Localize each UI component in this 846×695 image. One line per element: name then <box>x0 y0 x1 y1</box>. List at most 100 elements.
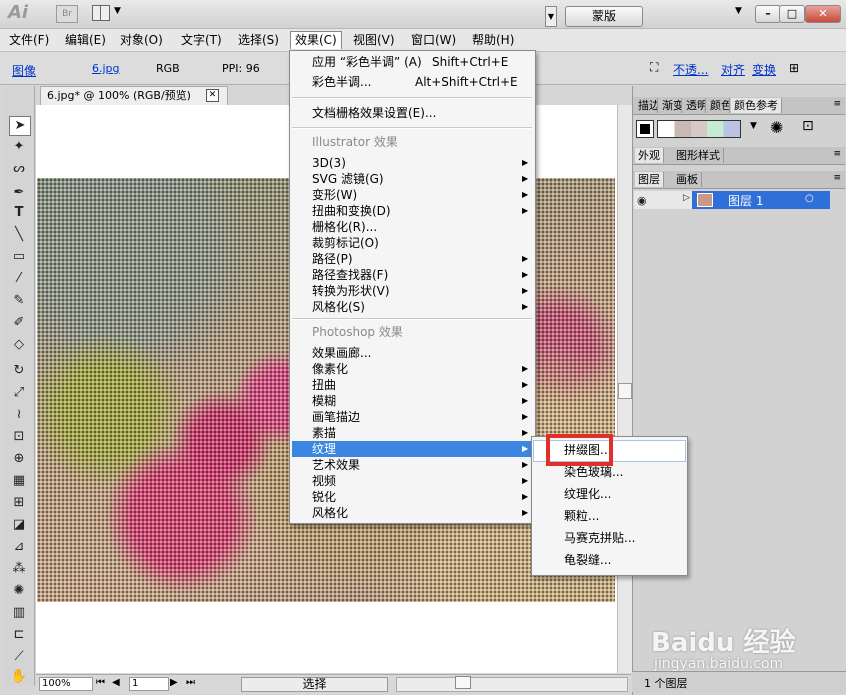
menu-effect-gallery[interactable]: 效果画廊... <box>312 345 371 361</box>
menu-last-effect[interactable]: 彩色半调... Alt+Shift+Ctrl+E <box>312 74 518 90</box>
menu-sketch[interactable]: 素描 <box>312 425 336 441</box>
base-color-swatch[interactable] <box>636 120 654 138</box>
tab-artboards[interactable]: 画板 <box>673 172 702 187</box>
pen-tool-icon[interactable]: ✒ <box>9 184 29 202</box>
perspective-grid-icon[interactable]: ▦ <box>9 472 29 490</box>
transform-link[interactable]: 变换 <box>752 61 776 78</box>
menu-artistic[interactable]: 艺术效果 <box>312 457 360 473</box>
menu-distort-transform[interactable]: 扭曲和变换(D) <box>312 203 391 219</box>
menu-stylize-ai[interactable]: 风格化(S) <box>312 299 365 315</box>
bridge-button[interactable]: Br <box>56 5 78 23</box>
menu-svg-filters[interactable]: SVG 滤镜(G) <box>312 171 384 187</box>
close-button[interactable]: ✕ <box>805 5 841 23</box>
scale-tool-icon[interactable]: ⤢ <box>9 384 29 402</box>
status-text[interactable]: 选择 <box>241 677 388 692</box>
menu-brush-strokes[interactable]: 画笔描边 <box>312 409 360 425</box>
paintbrush-icon[interactable]: ⁄ <box>9 270 29 288</box>
menu-3d[interactable]: 3D(3) <box>312 155 346 171</box>
arrange-documents-icon[interactable] <box>92 5 110 21</box>
menu-type[interactable]: 文字(T) <box>177 32 226 49</box>
selection-tool-icon[interactable]: ➤ <box>9 116 31 136</box>
menu-warp[interactable]: 变形(W) <box>312 187 357 203</box>
menu-rasterize[interactable]: 栅格化(R)... <box>312 219 377 235</box>
first-page-icon[interactable]: ⏮ <box>96 677 105 688</box>
expand-arrow-icon[interactable]: ▷ <box>683 193 690 203</box>
zoom-field[interactable]: 100% <box>39 677 93 691</box>
target-icon[interactable]: ○ <box>805 193 814 204</box>
opacity-link[interactable]: 不透... <box>673 61 708 78</box>
tab-graphic-styles[interactable]: 图形样式 <box>673 148 724 163</box>
menu-crop-marks[interactable]: 裁剪标记(O) <box>312 235 379 251</box>
tab-color-guide[interactable]: 颜色参考 <box>731 98 782 113</box>
minimize-button[interactable]: – <box>755 5 781 23</box>
tab-layers[interactable]: 图层 <box>635 172 664 187</box>
blob-brush-icon[interactable]: ✐ <box>9 314 29 332</box>
chevron-down-icon[interactable]: ▼ <box>114 6 121 16</box>
shape-builder-icon[interactable]: ⊕ <box>9 450 29 468</box>
chevron-down-icon[interactable]: ▼ <box>750 121 757 131</box>
workspace-dropdown-icon[interactable]: ▼ <box>735 6 742 16</box>
file-link[interactable]: 6.jpg <box>92 62 120 75</box>
menu-blur[interactable]: 模糊 <box>312 393 336 409</box>
line-tool-icon[interactable]: ╲ <box>9 226 29 244</box>
menu-window[interactable]: 窗口(W) <box>407 32 460 49</box>
panel-menu-icon[interactable]: ≡ <box>833 99 841 109</box>
lasso-icon[interactable]: ᔕ <box>9 160 29 178</box>
menu-convert-to-shape[interactable]: 转换为形状(V) <box>312 283 390 299</box>
hand-tool-icon[interactable]: ✋ <box>9 668 29 686</box>
close-icon[interactable]: ✕ <box>206 89 219 102</box>
tab-transparency[interactable]: 透明 <box>683 98 706 113</box>
color-guide-strip[interactable] <box>657 120 741 138</box>
eraser-icon[interactable]: ◇ <box>9 336 29 354</box>
menu-texture[interactable]: 纹理 <box>312 441 336 457</box>
tab-stroke[interactable]: 描边 <box>635 98 658 113</box>
mask-button[interactable]: 蒙版 <box>565 6 643 27</box>
warp-tool-icon[interactable]: ≀ <box>9 406 29 424</box>
free-transform-icon[interactable]: ⊡ <box>9 428 29 446</box>
last-page-icon[interactable]: ⏭ <box>186 677 195 688</box>
transform-options-icon[interactable]: ⊞ <box>789 61 799 75</box>
menu-raster-settings[interactable]: 文档栅格效果设置(E)... <box>312 105 436 121</box>
eye-icon[interactable]: ◉ <box>637 194 651 207</box>
magic-wand-icon[interactable]: ✦ <box>9 138 29 156</box>
menu-distort[interactable]: 扭曲 <box>312 377 336 393</box>
menu-apply-last-effect[interactable]: 应用 “彩色半调” (A) Shift+Ctrl+E <box>312 54 508 70</box>
menu-path[interactable]: 路径(P) <box>312 251 353 267</box>
menu-video[interactable]: 视频 <box>312 473 336 489</box>
rectangle-tool-icon[interactable]: ▭ <box>9 248 29 266</box>
menu-pathfinder[interactable]: 路径查找器(F) <box>312 267 388 283</box>
reference-point-icon[interactable]: ⛶ <box>650 60 658 75</box>
menu-select[interactable]: 选择(S) <box>234 32 283 49</box>
scrollbar-thumb[interactable] <box>618 383 632 399</box>
submenu-texturizer[interactable]: 纹理化... <box>564 485 611 503</box>
graph-tool-icon[interactable]: ▥ <box>9 604 29 622</box>
artboard-tool-icon[interactable]: ⊏ <box>9 626 29 644</box>
align-link[interactable]: 对齐 <box>721 61 745 78</box>
menu-help[interactable]: 帮助(H) <box>468 32 518 49</box>
maximize-button[interactable]: □ <box>779 5 805 23</box>
tab-appearance[interactable]: 外观 <box>635 148 664 163</box>
menu-stylize-ps[interactable]: 风格化 <box>312 505 348 521</box>
menu-view[interactable]: 视图(V) <box>349 32 399 49</box>
submenu-grain[interactable]: 颗粒... <box>564 507 599 525</box>
menu-sharpen[interactable]: 锐化 <box>312 489 336 505</box>
tab-gradient[interactable]: 渐变 <box>659 98 682 113</box>
menu-effect[interactable]: 效果(C) <box>290 31 342 49</box>
pencil-icon[interactable]: ✎ <box>9 292 29 310</box>
prev-page-icon[interactable]: ◀ <box>112 677 120 688</box>
menu-file[interactable]: 文件(F) <box>5 32 53 49</box>
submenu-mosaic-tiles[interactable]: 马赛克拼贴... <box>564 529 635 547</box>
image-label[interactable]: 图像 <box>12 62 36 79</box>
type-tool-icon[interactable]: T <box>9 204 29 222</box>
save-color-group-icon[interactable]: ⊡ <box>802 118 814 134</box>
submenu-craquelure[interactable]: 龟裂缝... <box>564 551 611 569</box>
menu-edit[interactable]: 编辑(E) <box>61 32 110 49</box>
gradient-tool-icon[interactable]: ◪ <box>9 516 29 534</box>
symbol-sprayer-icon[interactable]: ✺ <box>9 582 29 600</box>
blend-tool-icon[interactable]: ⁂ <box>9 560 29 578</box>
horizontal-scrollbar[interactable] <box>396 677 628 692</box>
mesh-tool-icon[interactable]: ⊞ <box>9 494 29 512</box>
embed-dropdown[interactable]: ▼ <box>545 6 557 27</box>
rotate-tool-icon[interactable]: ↻ <box>9 362 29 380</box>
menu-object[interactable]: 对象(O) <box>116 32 167 49</box>
